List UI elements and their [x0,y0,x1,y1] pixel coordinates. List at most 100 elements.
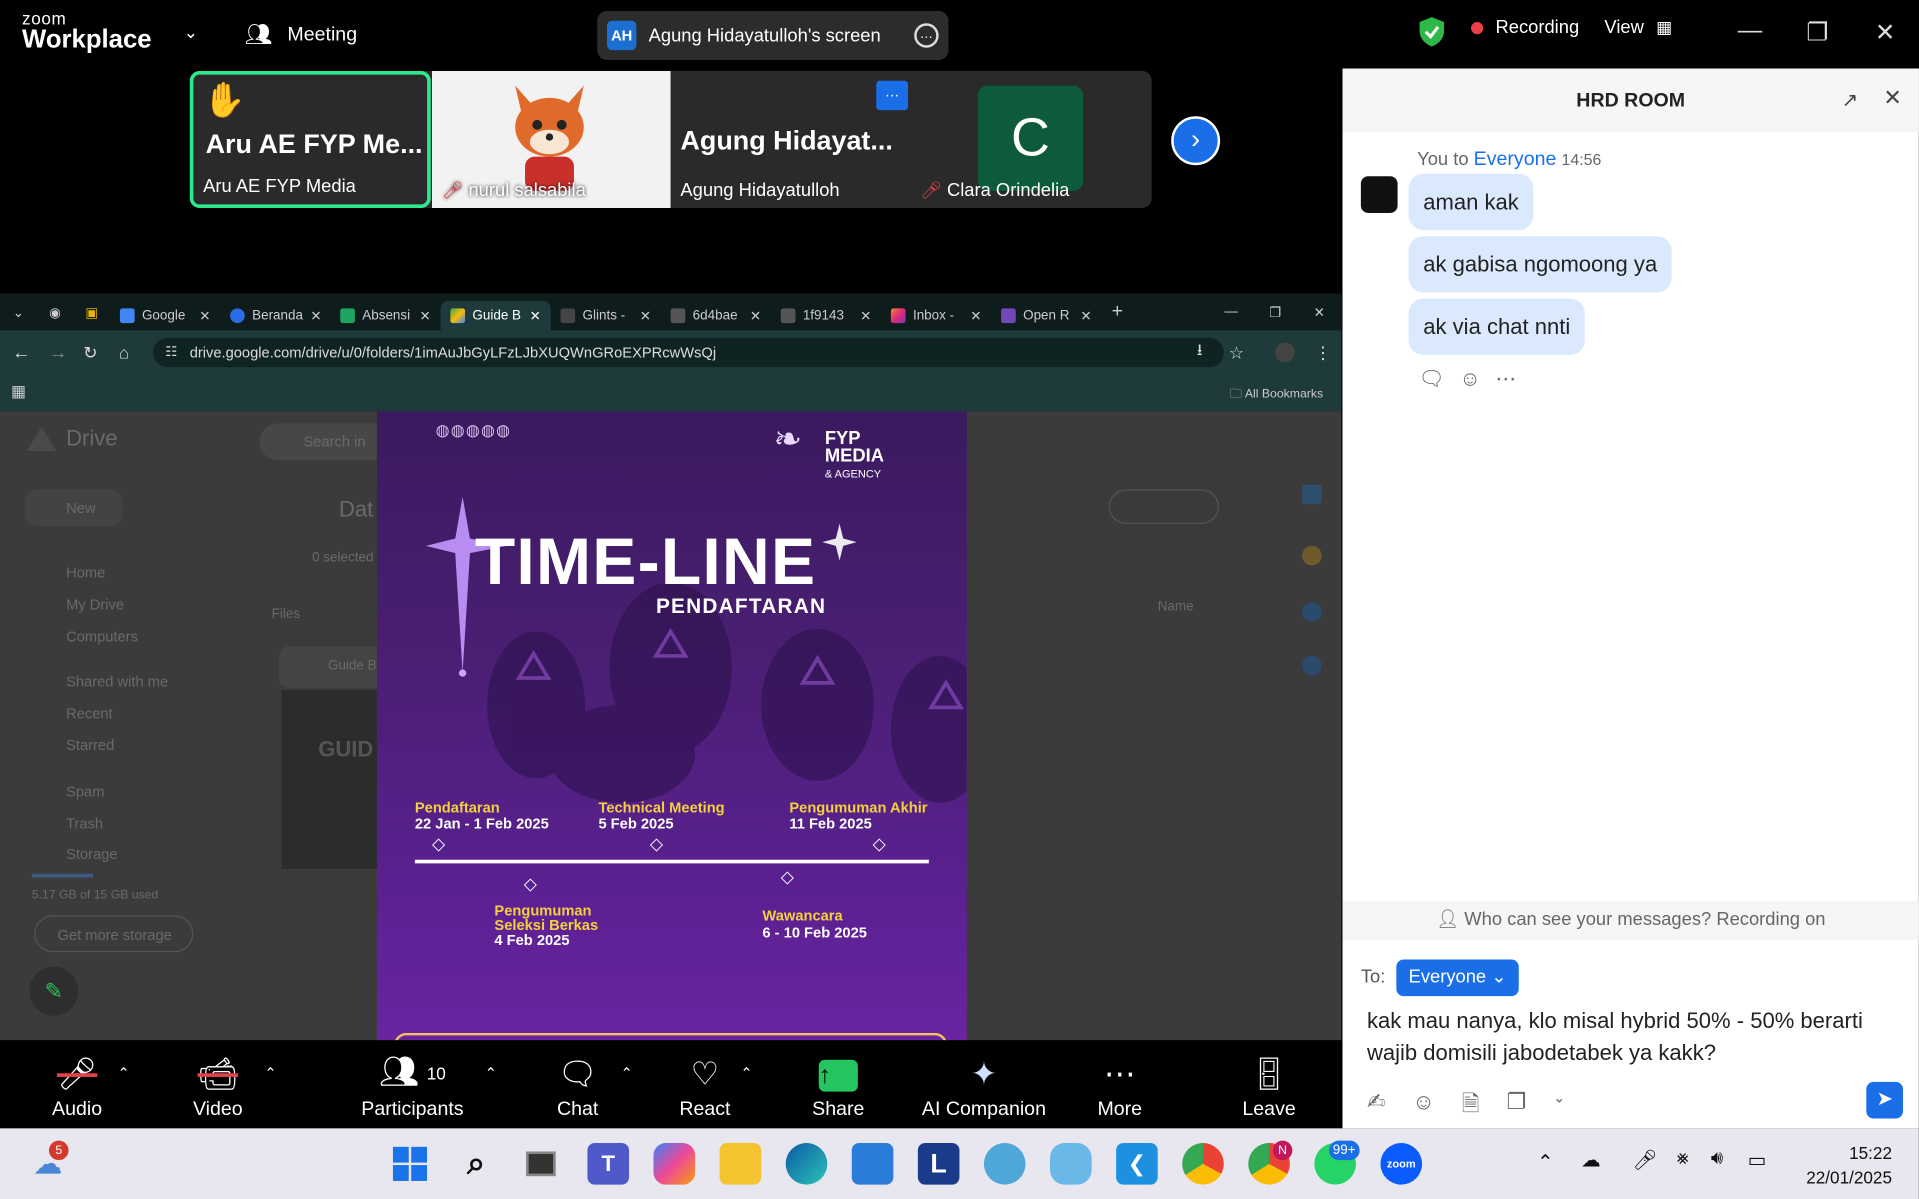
close-icon[interactable]: ✕ [1875,17,1896,48]
tab-search-icon[interactable]: ⌄ [0,304,37,320]
chat-options-icon[interactable]: ⌃ [620,1065,632,1082]
drive-nav-item[interactable]: Computers [66,621,168,653]
participants-button[interactable]: 👥︎ 10 Participants [357,1040,467,1128]
onedrive-icon[interactable]: ☁ [1581,1148,1601,1172]
chat-button[interactable]: 🗨︎ Chat [545,1040,611,1128]
app-icon[interactable] [1050,1143,1092,1185]
video-tile-clara[interactable]: C 🎤︎ Clara Orindelia [910,70,1152,209]
app-icon[interactable] [983,1143,1026,1185]
meeting-info-button[interactable]: 👥︎ Meeting [245,22,357,48]
close-icon[interactable]: ✕ [860,308,871,324]
restore-icon[interactable]: ❐ [1253,304,1297,320]
drive-nav-item[interactable]: Spam [66,777,168,809]
ai-companion-button[interactable]: ✦ AI Companion [920,1040,1047,1128]
chrome-icon[interactable] [1182,1143,1224,1185]
audio-options-icon[interactable]: ⌃ [117,1065,129,1082]
browser-tab[interactable]: 1f9143 ✕ [771,301,881,330]
video-tile-agung[interactable]: … Agung Hidayat... Agung Hidayatulloh [670,70,911,209]
chat-message[interactable]: ak gabisa ngomoong ya [1408,236,1672,293]
bookmark-star-icon[interactable]: ☆ [1229,342,1244,363]
message-input[interactable]: kak mau nanya, klo misal hybrid 50% - 50… [1367,1005,1905,1069]
chat-message[interactable]: aman kak [1408,173,1534,231]
video-tile-aru[interactable]: ✋ Aru AE FYP Me... Aru AE FYP Media [189,70,431,209]
edit-icon[interactable]: ✎ [29,966,79,1016]
shield-icon[interactable] [1417,16,1446,54]
home-icon[interactable]: ⌂ [119,343,129,363]
video-tile-nurul[interactable]: 🎤︎ nurul salsabila [432,70,671,209]
clock[interactable]: 15:22 22/01/2025 [1797,1141,1892,1190]
extension-icon[interactable]: ▣ [73,304,110,320]
browser-tab-active[interactable]: Guide B ✕ [440,301,551,331]
recipient-link[interactable]: Everyone [1474,149,1557,170]
close-icon[interactable]: ✕ [1297,304,1341,320]
browser-tab[interactable]: Open R ✕ [991,301,1101,330]
reload-icon[interactable]: ↻ [83,342,97,363]
more-options-icon[interactable]: … [914,23,939,48]
keep-icon[interactable] [1302,545,1322,566]
forward-icon[interactable]: → [49,342,67,363]
start-icon[interactable] [389,1143,431,1185]
close-icon[interactable]: ✕ [199,308,210,324]
screen-share-pill[interactable]: AH Agung Hidayatulloh's screen … [597,11,949,60]
browser-tab[interactable]: Absensi ✕ [330,301,440,330]
close-icon[interactable]: ✕ [530,308,541,324]
install-icon[interactable]: ⭳ [1197,339,1203,366]
share-button[interactable]: ↑ Share [805,1040,871,1128]
drive-nav-item[interactable]: Starred [66,731,168,763]
add-reaction-icon[interactable]: ☺ [1459,367,1480,391]
chevron-up-icon[interactable]: ⌃ [1537,1150,1553,1174]
tile-options-icon[interactable]: … [876,80,909,111]
more-button[interactable]: ⋯ More [1086,1040,1155,1128]
file-card[interactable]: Guide B [279,646,390,688]
close-icon[interactable]: ✕ [419,308,430,324]
format-icon[interactable]: ✍ [1367,1089,1385,1126]
menu-icon[interactable]: ⋮ [1314,342,1331,363]
sort-name-label[interactable]: Name [1158,600,1194,615]
close-icon[interactable]: ✕ [1883,86,1901,112]
vscode-icon[interactable]: ❮ [1116,1143,1158,1185]
popout-icon[interactable]: ↗ [1842,88,1858,112]
file-icon[interactable]: 🗎︎ [1462,1089,1480,1126]
side-panel-icon[interactable] [1302,484,1322,505]
mic-icon[interactable]: 🎤︎ [1633,1148,1658,1172]
reply-icon[interactable]: 🗨︎ [1418,367,1444,391]
browser-tab[interactable]: 6d4bae ✕ [661,301,771,330]
close-icon[interactable]: ✕ [310,308,321,324]
all-bookmarks[interactable]: 🗀︎ All Bookmarks [1230,385,1323,406]
file-thumbnail[interactable]: GUID [281,690,390,869]
record-icon[interactable]: ◉ [37,304,74,320]
minimize-icon[interactable]: — [1738,17,1762,45]
chat-message[interactable]: ak via chat nnti [1408,298,1585,355]
drive-nav-item[interactable]: Trash [66,808,168,840]
drive-nav-item[interactable]: Home [66,558,168,590]
visibility-notice[interactable]: 👤︎ Who can see your messages? Recording … [1342,900,1919,940]
leave-button[interactable]: 🚪︎ Leave [1236,1040,1302,1128]
contacts-icon[interactable] [1302,655,1322,676]
zoom-icon[interactable]: zoom [1380,1143,1423,1185]
drive-nav-item[interactable]: My Drive [66,590,168,622]
drive-nav-item[interactable]: Shared with me [66,667,168,699]
browser-tab[interactable]: Inbox - ✕ [881,301,991,330]
back-icon[interactable]: ← [12,342,30,363]
react-button[interactable]: ♡ React [672,1040,738,1128]
view-toggle[interactable] [1108,489,1219,524]
drive-nav-item[interactable]: Recent [66,699,168,731]
browser-tab[interactable]: Glints - ✕ [551,301,661,330]
new-tab-icon[interactable]: + [1101,301,1133,323]
site-info-icon[interactable]: ☷ [165,338,177,367]
more-icon[interactable]: ⋯ [1495,367,1516,391]
profile-avatar[interactable] [1275,342,1295,363]
video-options-icon[interactable]: ⌃ [264,1065,276,1082]
close-icon[interactable]: ✕ [640,308,651,324]
chevron-down-icon[interactable]: ⌄ [1553,1089,1565,1126]
apps-grid-icon[interactable]: ▦ [11,382,26,402]
search-icon[interactable]: ⌕ [455,1143,497,1185]
react-options-icon[interactable]: ⌃ [740,1065,752,1082]
view-button[interactable]: View ▦ [1604,17,1672,38]
close-icon[interactable]: ✕ [750,308,761,324]
folder-breadcrumb[interactable]: Dat [339,497,373,523]
minimize-icon[interactable]: — [1209,305,1253,320]
wifi-icon[interactable]: ⨳ [1677,1148,1689,1170]
battery-icon[interactable]: ▭ [1748,1148,1767,1172]
browser-tab[interactable]: Beranda ✕ [220,301,330,330]
